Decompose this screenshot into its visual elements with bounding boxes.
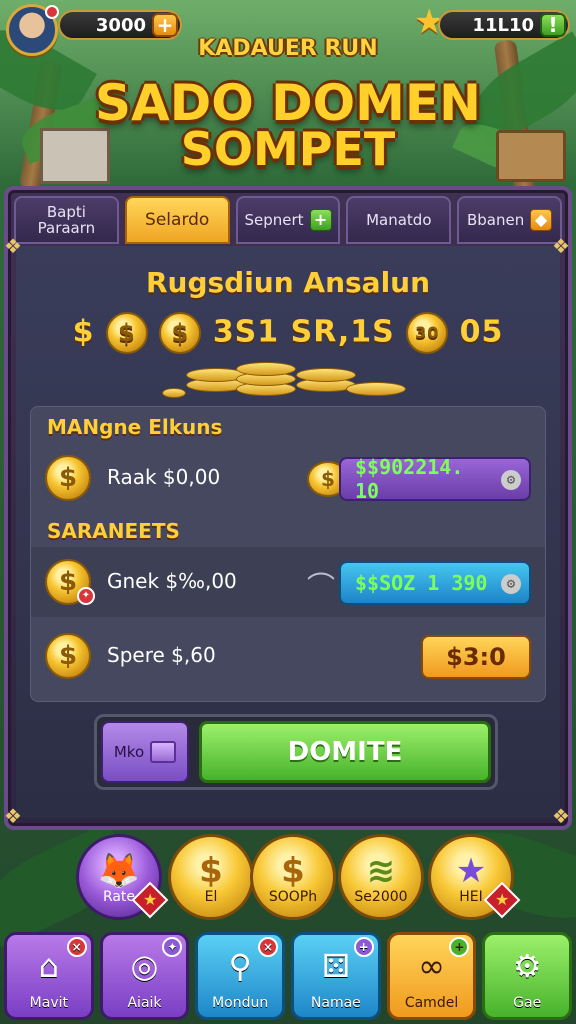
tab-1[interactable]: Bapti Paraarn bbox=[14, 196, 119, 244]
row-label: Spere $,60 bbox=[107, 643, 216, 667]
tab-3[interactable]: Sepnert + bbox=[235, 196, 341, 244]
coin-icon: $ bbox=[45, 455, 91, 501]
section-title: MANgne Elkuns bbox=[47, 415, 223, 439]
panel-content: ❖ ❖ Rugsdiun Ansalun $ $ $ 3S1 SR,1S 30 … bbox=[4, 236, 570, 826]
game-subtitle: KADAUER RUN bbox=[198, 36, 378, 61]
plus-badge-icon: + bbox=[353, 937, 374, 957]
dollar-icon: $ bbox=[199, 851, 223, 891]
coin-icon: $ bbox=[159, 312, 202, 354]
alert-badge-icon: × bbox=[258, 937, 279, 957]
tab-label: Manatdo bbox=[366, 210, 432, 229]
nav-label: Namae bbox=[310, 995, 361, 1011]
gift-box-icon bbox=[150, 741, 177, 763]
corner-ornament-icon: ❖ bbox=[552, 234, 570, 258]
reward-amount: $ $ $ 3S1 SR,1S 30 05 bbox=[16, 312, 560, 354]
nav-aiaik[interactable]: ◎ ✦ Aiaik bbox=[99, 932, 190, 1020]
row-value: $3:0 bbox=[446, 643, 506, 671]
nav-label: Aiaik bbox=[127, 995, 162, 1011]
coin-pile bbox=[162, 354, 406, 404]
inbox-button[interactable]: Mko bbox=[101, 721, 189, 783]
nav-label: Mondun bbox=[212, 995, 269, 1011]
tab-4[interactable]: Manatdo bbox=[346, 196, 452, 244]
inbox-label: Mko bbox=[113, 743, 145, 761]
round-button-label: Se2000 bbox=[354, 889, 408, 905]
hook-icon: ⌒ bbox=[307, 570, 336, 603]
coin-stack-icon: ≋ bbox=[366, 851, 396, 891]
nav-namae[interactable]: ⚄ + Namae bbox=[291, 932, 381, 1020]
coin-count: 3000 bbox=[95, 14, 146, 36]
row-value: $$902214. 10 bbox=[355, 455, 464, 503]
amount-value: 3S1 SR,1S bbox=[212, 314, 395, 350]
round-button-sooph[interactable]: $ SOOPh bbox=[250, 834, 336, 920]
action-bar: Mko DOMITE bbox=[94, 714, 498, 790]
coin-icon: $ bbox=[105, 312, 148, 354]
tab-5[interactable]: Bbanen ◆ bbox=[457, 196, 562, 244]
round-button-label: El bbox=[204, 889, 218, 905]
add-coins-button[interactable]: + bbox=[152, 13, 178, 37]
alert-badge-icon: ✦ bbox=[77, 587, 95, 605]
claim-button[interactable]: $3:0 bbox=[421, 635, 531, 679]
list-item[interactable]: $ Spere $,60 $3:0 bbox=[31, 621, 545, 691]
amount-suffix: 05 bbox=[459, 314, 504, 350]
gear-icon: ⚙ bbox=[501, 574, 521, 594]
tab-label: Bbanen bbox=[466, 210, 525, 229]
round-button-label: SOOPh bbox=[268, 889, 318, 905]
add-gems-button[interactable]: ! bbox=[540, 13, 566, 37]
round-button-label: Rate bbox=[102, 889, 136, 905]
reward-heading: Rugsdiun Ansalun bbox=[145, 266, 431, 299]
nav-label: Mavit bbox=[29, 995, 68, 1011]
primary-action-button[interactable]: DOMITE bbox=[199, 721, 491, 783]
tab-label: Bapti Paraarn bbox=[37, 202, 96, 237]
game-title-line2: SOMPET bbox=[180, 122, 396, 176]
nav-home[interactable]: ⌂ × Mavit bbox=[4, 932, 94, 1020]
amount-prefix: $ bbox=[72, 314, 95, 350]
tab-label: Selardo bbox=[145, 209, 210, 230]
round-button-label: HEI bbox=[459, 889, 483, 905]
gear-icon: ⚙ bbox=[501, 470, 521, 490]
list-item[interactable]: $ Raak $0,00 $ $$902214. 10 ⚙ bbox=[31, 443, 545, 513]
notification-dot bbox=[45, 5, 59, 19]
nav-label: Camdel bbox=[404, 995, 459, 1011]
corner-ornament-icon: ❖ bbox=[4, 804, 22, 828]
nav-label: Gae bbox=[513, 995, 542, 1011]
main-panel: Bapti Paraarn Selardo Sepnert + Manatdo … bbox=[4, 186, 572, 830]
gem-count: 11L10 bbox=[472, 14, 534, 36]
reward-list: MANgne Elkuns $ Raak $0,00 $ $$902214. 1… bbox=[30, 406, 546, 702]
list-item[interactable]: $ ✦ Gnek $‰,00 ⌒ $$SOZ 1 390 ⚙ bbox=[31, 547, 545, 617]
tab-label: Sepnert bbox=[244, 210, 304, 229]
round-button-rate[interactable]: 🦊 Rate ★ bbox=[76, 834, 169, 920]
section-title: SARANEETS bbox=[47, 519, 180, 543]
tab-2[interactable]: Selardo bbox=[124, 196, 230, 244]
row-label: Raak $0,00 bbox=[107, 465, 221, 489]
corner-ornament-icon: ❖ bbox=[4, 234, 22, 258]
value-button[interactable]: $$SOZ 1 390 ⚙ bbox=[339, 561, 531, 605]
round-button-hei[interactable]: ★ HEI ★ bbox=[428, 834, 521, 920]
nav-gae[interactable]: ⚙ Gae bbox=[482, 932, 573, 1020]
diamond-icon: ◆ bbox=[530, 209, 553, 231]
round-button-se2000[interactable]: ≋ Se2000 bbox=[338, 834, 424, 920]
corner-ornament-icon: ❖ bbox=[552, 804, 570, 828]
row-value: $$SOZ 1 390 bbox=[355, 571, 488, 595]
row-label: Gnek $‰,00 bbox=[107, 569, 237, 593]
plus-icon: + bbox=[309, 209, 332, 231]
nav-camdel[interactable]: ∞ + Camdel bbox=[386, 932, 477, 1020]
dollar-icon: $ bbox=[281, 851, 305, 891]
value-button[interactable]: $$902214. 10 ⚙ bbox=[339, 455, 531, 503]
tab-bar: Bapti Paraarn Selardo Sepnert + Manatdo … bbox=[14, 196, 562, 244]
gear-icon: ⚙ bbox=[512, 947, 542, 985]
round-button-el[interactable]: $ El bbox=[168, 834, 254, 920]
amount-coin-value: 30 bbox=[406, 312, 449, 354]
coin-icon: $ bbox=[45, 633, 91, 679]
bottom-nav: ⌂ × Mavit ◎ ✦ Aiaik ⚲ × Mondun ⚄ + Namae… bbox=[4, 932, 573, 1020]
alert-badge-icon: × bbox=[66, 937, 87, 957]
nav-mondun[interactable]: ⚲ × Mondun bbox=[195, 932, 286, 1020]
